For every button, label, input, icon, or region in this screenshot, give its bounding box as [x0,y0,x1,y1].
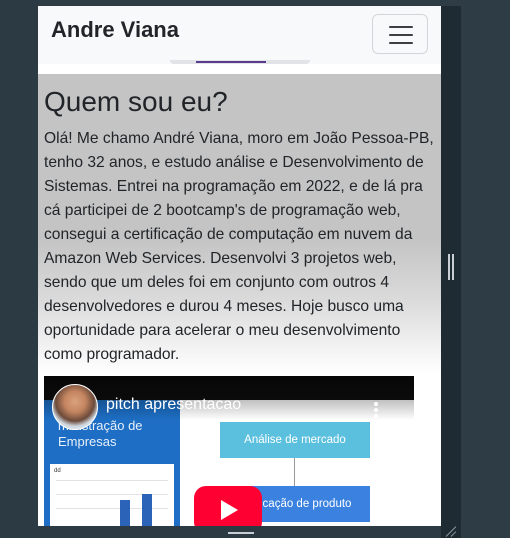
corner-resize-icon[interactable] [444,524,458,538]
collapsed-menu-peek [170,60,310,64]
navbar: Andre Viana [38,6,441,64]
navbar-toggler-button[interactable] [372,14,428,54]
play-icon[interactable] [194,486,262,526]
chart-bar [142,494,152,526]
resize-handle-icon[interactable] [448,254,454,280]
about-section: Quem sou eu? Olá! Me chamo André Viana, … [38,74,441,374]
more-vert-icon[interactable] [374,402,378,418]
bottom-resize-handle-icon[interactable] [228,532,254,534]
about-title: Quem sou eu? [44,86,228,117]
page-viewport: Andre Viana Quem sou eu? Olá! Me chamo A… [38,6,441,526]
devtools-left-frame [0,0,38,538]
slide-box-market-analysis: Análise de mercado [220,422,370,458]
brand-link[interactable]: Andre Viana [51,17,179,43]
about-text: Olá! Me chamo André Viana, moro em João … [44,130,434,363]
channel-avatar[interactable] [52,384,98,430]
youtube-embed[interactable]: ministração de Empresas dd Análise de me… [44,376,414,526]
chart-bar [120,500,130,526]
hamburger-menu-icon [389,26,413,28]
video-title[interactable]: pitch apresentacao [106,396,241,414]
slide-chart: dd [50,464,174,526]
chart-tag: dd [54,468,61,474]
chart-gridline [56,480,168,481]
